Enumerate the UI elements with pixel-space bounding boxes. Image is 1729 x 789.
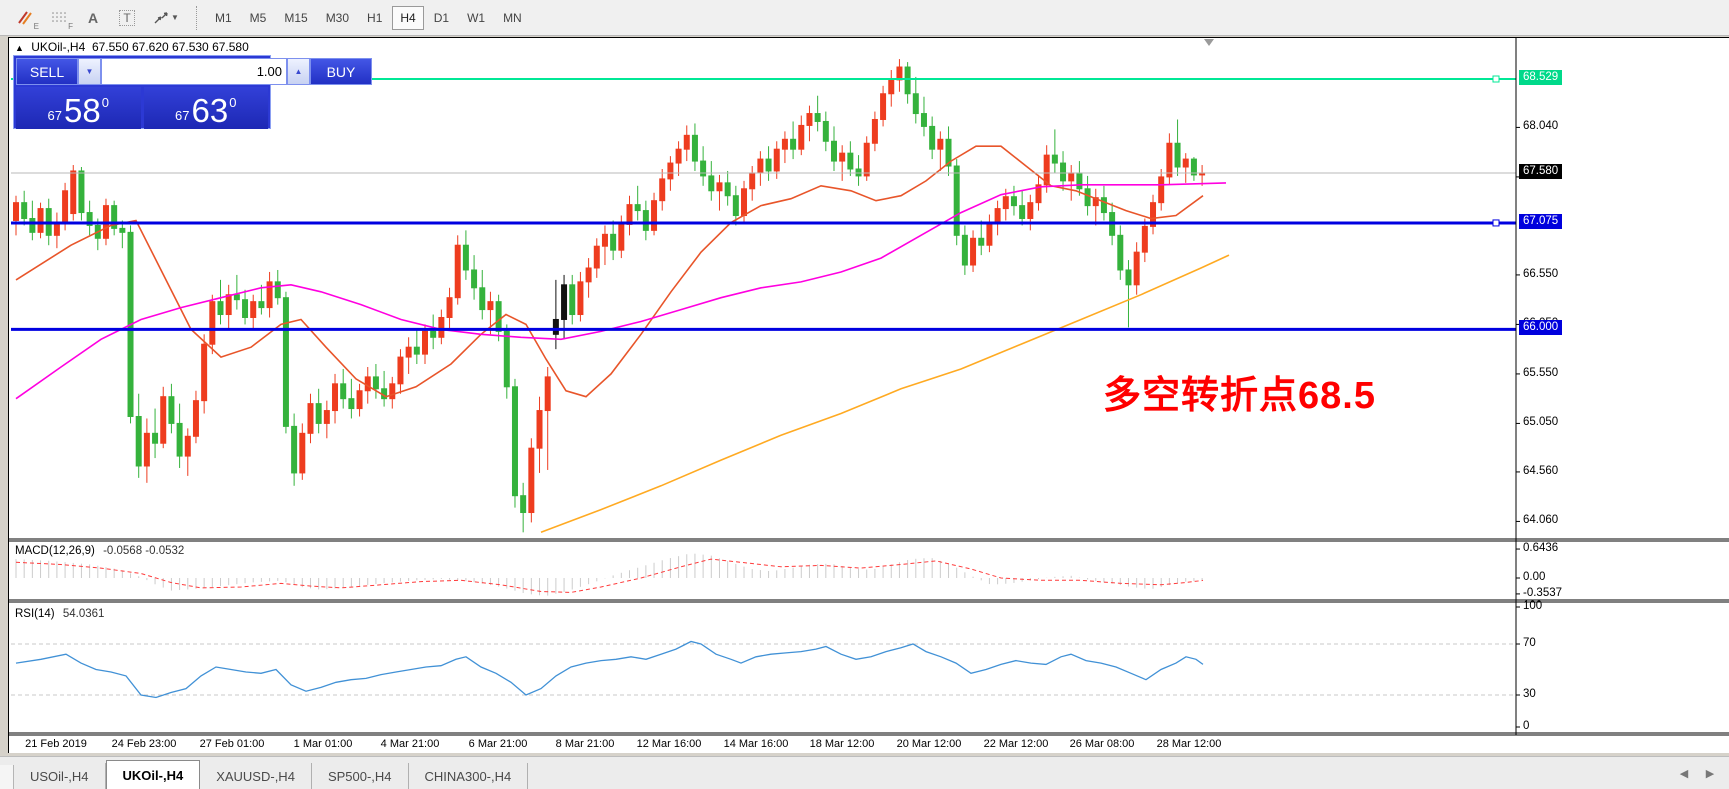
- annotation-text: 多空转折点68.5: [1103, 364, 1376, 419]
- timeframe-button-M15[interactable]: M15: [276, 6, 315, 30]
- toolbar-divider: [196, 6, 197, 30]
- timeframe-group: M1M5M15M30H1H4D1W1MN: [207, 6, 532, 30]
- price-tick-65.050: 65.050: [1523, 416, 1558, 428]
- sell-price-sup: 0: [102, 95, 109, 110]
- rsi-label-row: RSI(14) 54.0361: [15, 608, 104, 620]
- hline-marker[interactable]: [1493, 76, 1499, 82]
- date-label-1: 24 Feb 23:00: [112, 738, 177, 750]
- date-label-5: 6 Mar 21:00: [469, 738, 528, 750]
- chart-shift-marker[interactable]: [1204, 39, 1214, 46]
- macd-pane: [16, 554, 1203, 596]
- textbox-tool-icon[interactable]: T: [112, 5, 142, 31]
- price-line-label-66.000: 66.000: [1519, 320, 1562, 335]
- chart-tab-sp500h4[interactable]: SP500-,H4: [312, 763, 409, 789]
- buy-price-prefix: 67: [175, 108, 189, 123]
- sell-button[interactable]: SELL: [16, 58, 78, 85]
- date-label-6: 8 Mar 21:00: [556, 738, 615, 750]
- grid-tool-label: F: [68, 22, 73, 31]
- price-tick-64.060: 64.060: [1523, 514, 1558, 526]
- chart-ohlc-quote: 67.550 67.620 67.530 67.580: [92, 40, 249, 54]
- rsi-label: RSI(14): [15, 608, 55, 620]
- tab-bar-stub: [0, 765, 14, 789]
- date-label-3: 1 Mar 01:00: [294, 738, 353, 750]
- price-tick-65.550: 65.550: [1523, 367, 1558, 379]
- volume-input[interactable]: [101, 58, 287, 85]
- grid-tool-icon[interactable]: F: [44, 5, 74, 31]
- timeframe-button-MN[interactable]: MN: [495, 6, 530, 30]
- tab-scrollers: ◀ ▶: [1671, 757, 1729, 789]
- rsi-tick-0: 0: [1523, 720, 1529, 732]
- sell-price-prefix: 67: [48, 108, 62, 123]
- date-label-13: 28 Mar 12:00: [1157, 738, 1222, 750]
- chart-tab-xauusdh4[interactable]: XAUUSD-,H4: [200, 763, 312, 789]
- timeframe-button-M5[interactable]: M5: [242, 6, 275, 30]
- price-tick-66.550: 66.550: [1523, 268, 1558, 280]
- macd-tick--0.3537: -0.3537: [1523, 587, 1562, 599]
- price-line-label-67.075: 67.075: [1519, 214, 1562, 229]
- crayon-tool-label: E: [34, 22, 39, 31]
- timeframe-button-H1[interactable]: H1: [359, 6, 390, 30]
- macd-tick-0.00: 0.00: [1523, 571, 1545, 583]
- panel-borders: [9, 37, 1729, 735]
- date-label-11: 22 Mar 12:00: [984, 738, 1049, 750]
- timeframe-button-M30[interactable]: M30: [318, 6, 357, 30]
- hline-marker[interactable]: [1493, 220, 1499, 226]
- textbox-tool-glyph: T: [119, 10, 134, 26]
- macd-tick-0.6436: 0.6436: [1523, 542, 1558, 554]
- buy-price-big: 63: [192, 96, 229, 126]
- sell-price-box[interactable]: 67 58 0: [16, 87, 141, 129]
- buy-price-sup: 0: [229, 95, 236, 110]
- chart-canvas[interactable]: [9, 37, 1729, 753]
- date-label-7: 12 Mar 16:00: [637, 738, 702, 750]
- ma-fast: [16, 146, 1203, 397]
- rsi-tick-30: 30: [1523, 688, 1536, 700]
- volume-up-button[interactable]: ▲: [287, 58, 310, 85]
- buy-price-box[interactable]: 67 63 0: [144, 87, 269, 129]
- tab-scroll-right-icon[interactable]: ▶: [1697, 763, 1723, 783]
- date-label-4: 4 Mar 21:00: [381, 738, 440, 750]
- sell-price-big: 58: [64, 96, 101, 126]
- timeframe-button-M1[interactable]: M1: [207, 6, 240, 30]
- date-label-8: 14 Mar 16:00: [724, 738, 789, 750]
- date-label-2: 27 Feb 01:00: [200, 738, 265, 750]
- price-tick-68.040: 68.040: [1523, 120, 1558, 132]
- rsi-tick-100: 100: [1523, 600, 1542, 612]
- timeframe-button-H4[interactable]: H4: [392, 6, 423, 30]
- rsi-value: 54.0361: [63, 608, 105, 620]
- date-label-0: 21 Feb 2019: [25, 738, 87, 750]
- cursor-tool-caret-icon: ▼: [171, 13, 179, 22]
- chart-tab-ukoilh4[interactable]: UKOil-,H4: [106, 760, 201, 789]
- chart-tab-usoilh4[interactable]: USOil-,H4: [14, 763, 106, 789]
- ma-medium: [16, 183, 1226, 399]
- date-label-9: 18 Mar 12:00: [810, 738, 875, 750]
- rsi-pane: [11, 642, 1516, 698]
- macd-label-row: MACD(12,26,9) -0.0568 -0.0532: [15, 545, 184, 557]
- text-tool-icon[interactable]: A: [78, 5, 108, 31]
- tab-scroll-left-icon[interactable]: ◀: [1671, 763, 1697, 783]
- chart-window: ▲ UKOil-,H4 67.550 67.620 67.530 67.580 …: [8, 37, 1729, 753]
- date-label-10: 20 Mar 12:00: [897, 738, 962, 750]
- price-line-label-68.529: 68.529: [1519, 70, 1562, 85]
- chart-tab-bar: USOil-,H4UKOil-,H4XAUUSD-,H4SP500-,H4CHI…: [0, 756, 1729, 789]
- one-click-trade-panel: SELL ▼ ▲ BUY 67 58 0 67 63 0: [13, 55, 271, 129]
- timeframe-button-D1[interactable]: D1: [426, 6, 457, 30]
- crayon-tool-icon[interactable]: E: [10, 5, 40, 31]
- candles: [14, 59, 1205, 532]
- date-label-12: 26 Mar 08:00: [1070, 738, 1135, 750]
- price-line-label-67.580: 67.580: [1519, 164, 1562, 179]
- chart-title: ▲ UKOil-,H4 67.550 67.620 67.530 67.580: [15, 40, 249, 54]
- collapse-triangle-icon[interactable]: ▲: [15, 43, 24, 53]
- timeframe-button-W1[interactable]: W1: [459, 6, 493, 30]
- macd-label: MACD(12,26,9): [15, 545, 95, 557]
- price-tick-64.560: 64.560: [1523, 465, 1558, 477]
- chart-symbol: UKOil-,H4: [31, 40, 85, 54]
- macd-values: -0.0568 -0.0532: [103, 545, 184, 557]
- top-toolbar: E F A T ▼ M1M5M15M30H1H4D1W1MN: [0, 0, 1729, 36]
- tab-group: USOil-,H4UKOil-,H4XAUUSD-,H4SP500-,H4CHI…: [14, 760, 528, 789]
- chart-tab-china300h4[interactable]: CHINA300-,H4: [409, 763, 529, 789]
- cursor-tool-icon[interactable]: ▼: [146, 5, 186, 31]
- volume-down-button[interactable]: ▼: [78, 58, 101, 85]
- rsi-tick-70: 70: [1523, 637, 1536, 649]
- buy-button[interactable]: BUY: [310, 58, 372, 85]
